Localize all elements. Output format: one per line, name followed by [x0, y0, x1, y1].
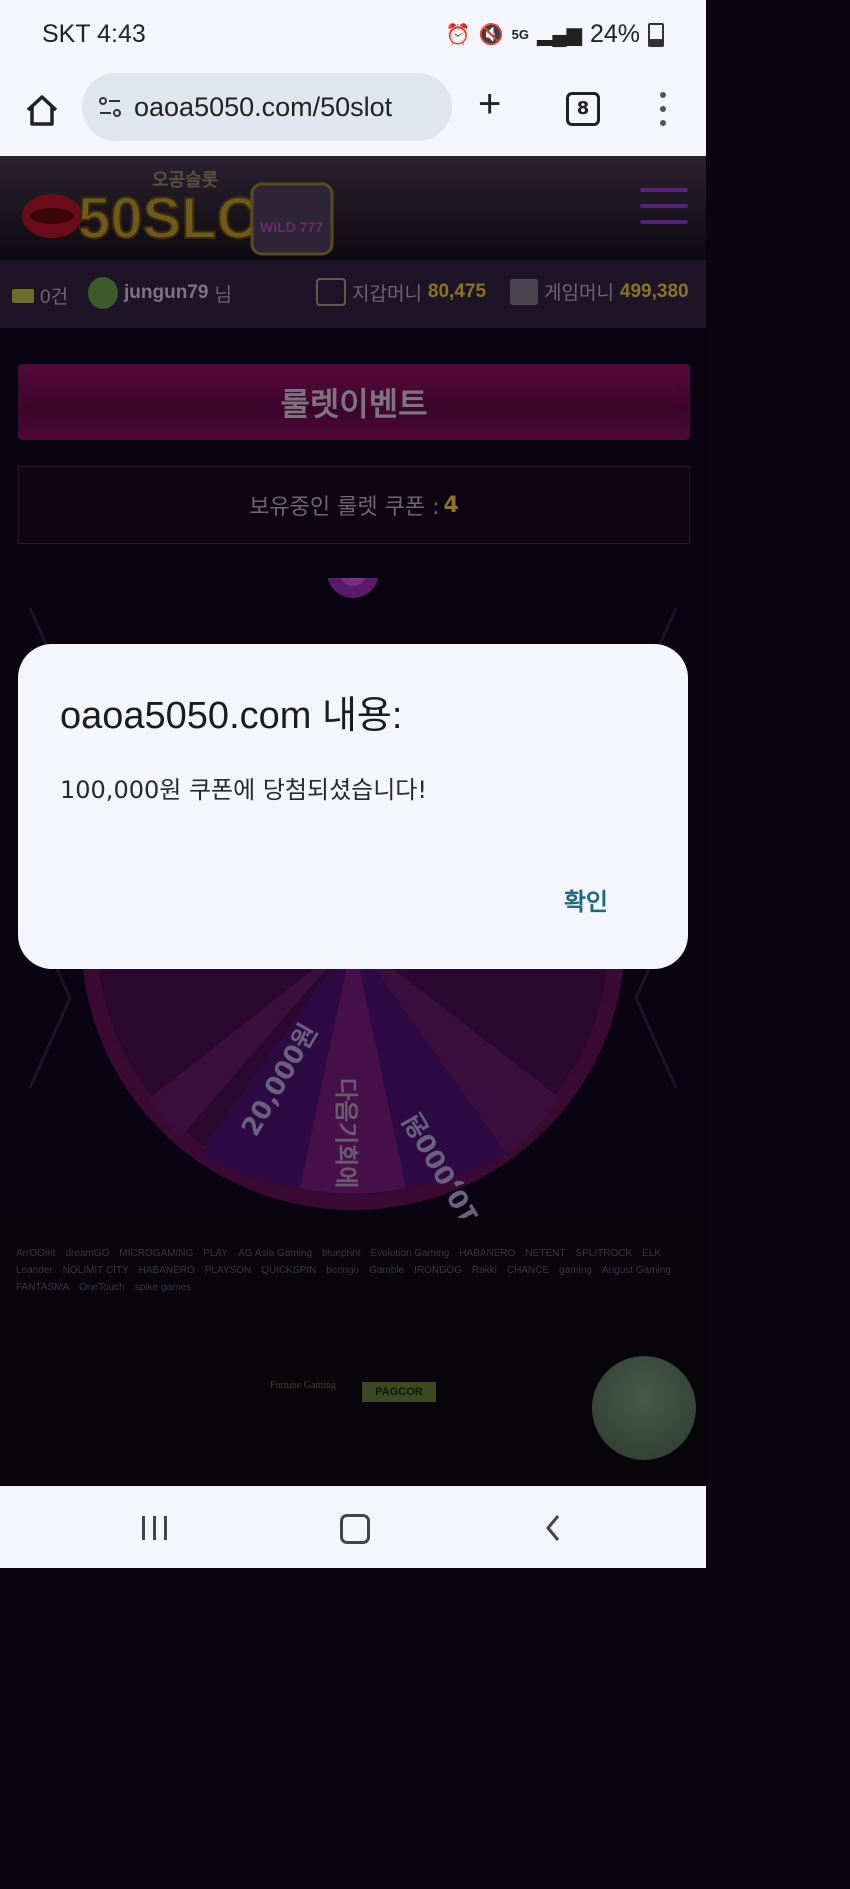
provider-logo: CHANCE [506, 1265, 550, 1276]
network-label: 5G [511, 26, 530, 42]
game-money: 게임머니 499,380 [510, 278, 689, 305]
game-money-value: 499,380 [619, 280, 689, 302]
provider-logo: NETENT [525, 1248, 566, 1259]
roulette-event-title: 룰렛이벤트 [18, 364, 690, 440]
logo-badge: WILD 777 [260, 219, 323, 235]
provider-logo: HABANERO [459, 1248, 516, 1259]
mute-icon: 🔇 [478, 23, 504, 46]
wheel-label-next: 다음기회에 [332, 1078, 360, 1188]
provider-logo: PLAY [203, 1248, 229, 1259]
username-suffix: 님 [214, 284, 232, 306]
provider-logo: spike games [134, 1282, 191, 1293]
battery-icon [648, 22, 664, 47]
coupon-count: 4 [443, 492, 459, 518]
back-icon[interactable] [540, 1512, 568, 1544]
provider-logo: Rakki [471, 1265, 497, 1276]
provider-logo: gaming [559, 1265, 592, 1276]
user-profile[interactable]: jungun79 님 [88, 277, 232, 309]
site-logo[interactable]: 50SLOT 오공슬롯 WILD 777 [12, 164, 342, 260]
fortune-logo: Fortune Gaming [270, 1380, 336, 1391]
new-tab-button[interactable]: + [478, 82, 501, 127]
username: jungun79 [124, 282, 209, 303]
dialog-message: 100,000원 쿠폰에 당첨되셨습니다! [60, 776, 428, 804]
user-info-bar: 0건 jungun79 님 지갑머니 80,475 게임머니 499,380 [0, 260, 706, 328]
provider-logo: Leander [16, 1265, 53, 1276]
game-money-icon [510, 278, 538, 305]
recents-icon[interactable] [142, 1516, 167, 1540]
home-icon[interactable] [22, 90, 62, 130]
menu-icon[interactable] [640, 188, 688, 224]
browser-toolbar: oaoa5050.com/50slot + 8 [0, 70, 706, 156]
provider-logo: bcongo [326, 1265, 360, 1276]
provider-logo: MICROGAMING [119, 1248, 194, 1259]
wallet-money: 지갑머니 80,475 [316, 278, 486, 306]
provider-logo: PLAYSON [204, 1265, 252, 1276]
coupon-label: 보유중인 룰렛 쿠폰 : [249, 495, 440, 520]
home-nav-icon[interactable] [340, 1514, 370, 1544]
provider-logo: HABANERO [138, 1265, 195, 1276]
mail-icon [12, 288, 34, 303]
provider-logo: NOLIMIT CITY [62, 1265, 129, 1276]
url-text: oaoa5050.com/50slot [134, 91, 393, 122]
site-header: 50SLOT 오공슬롯 WILD 777 [0, 156, 706, 260]
provider-logo: FANTASMA [16, 1282, 70, 1293]
wallet-value: 80,475 [427, 281, 487, 302]
message-count: 0건 [40, 287, 69, 308]
provider-logo: AG Asia Gaming [238, 1248, 313, 1259]
avatar [88, 277, 118, 309]
tab-count-button[interactable]: 8 [566, 92, 600, 126]
confirm-button[interactable]: 확인 [564, 882, 608, 917]
status-bar: SKT 4:43 ⏰ 🔇 5G ▂▄▆ 24% [0, 0, 706, 70]
provider-logo: OneTouch [79, 1282, 125, 1293]
status-icons: ⏰ 🔇 5G ▂▄▆ 24% [446, 20, 664, 49]
provider-logo: Gamble [369, 1265, 405, 1276]
site-info-icon[interactable] [96, 93, 124, 121]
battery-percent: 24% [589, 20, 640, 48]
logo-sub: 오공슬롯 [152, 170, 218, 191]
more-menu-icon[interactable] [658, 92, 668, 126]
provider-logo: blueprint [322, 1248, 361, 1259]
provider-logo: SPLITROCK [575, 1248, 633, 1259]
messages[interactable]: 0건 [12, 282, 68, 309]
address-bar[interactable]: oaoa5050.com/50slot [82, 73, 452, 141]
system-nav-bar [0, 1486, 706, 1568]
provider-logo: dreamGO [65, 1248, 110, 1259]
coupon-box: 보유중인 룰렛 쿠폰 : 4 [18, 466, 690, 544]
wallet-icon [316, 278, 346, 306]
dialog-title: oaoa5050.com 내용: [60, 695, 403, 737]
provider-logo: ArrOOint [16, 1248, 56, 1259]
chat-character-button[interactable] [592, 1356, 696, 1460]
signal-icon: ▂▄▆ [537, 23, 582, 46]
footer: ArrOOint dreamGO MICROGAMING PLAY AG Asi… [0, 1218, 706, 1486]
game-money-label: 게임머니 [544, 283, 614, 304]
carrier-time: SKT 4:43 [42, 20, 146, 48]
pagcor-logo: PAGCOR [362, 1382, 436, 1402]
provider-logo: August Gaming [601, 1265, 671, 1276]
alarm-icon: ⏰ [445, 23, 471, 46]
provider-logos: ArrOOint dreamGO MICROGAMING PLAY AG Asi… [16, 1248, 692, 1293]
alert-dialog: oaoa5050.com 내용: 100,000원 쿠폰에 당첨되셨습니다! 확… [18, 644, 688, 969]
provider-logo: QUICKSPIN [261, 1265, 317, 1276]
provider-logo: ELK [642, 1248, 662, 1259]
provider-logo: Evolution Gaming [370, 1248, 450, 1259]
provider-logo: IRONDOG [414, 1265, 462, 1276]
wallet-label: 지갑머니 [352, 283, 422, 305]
